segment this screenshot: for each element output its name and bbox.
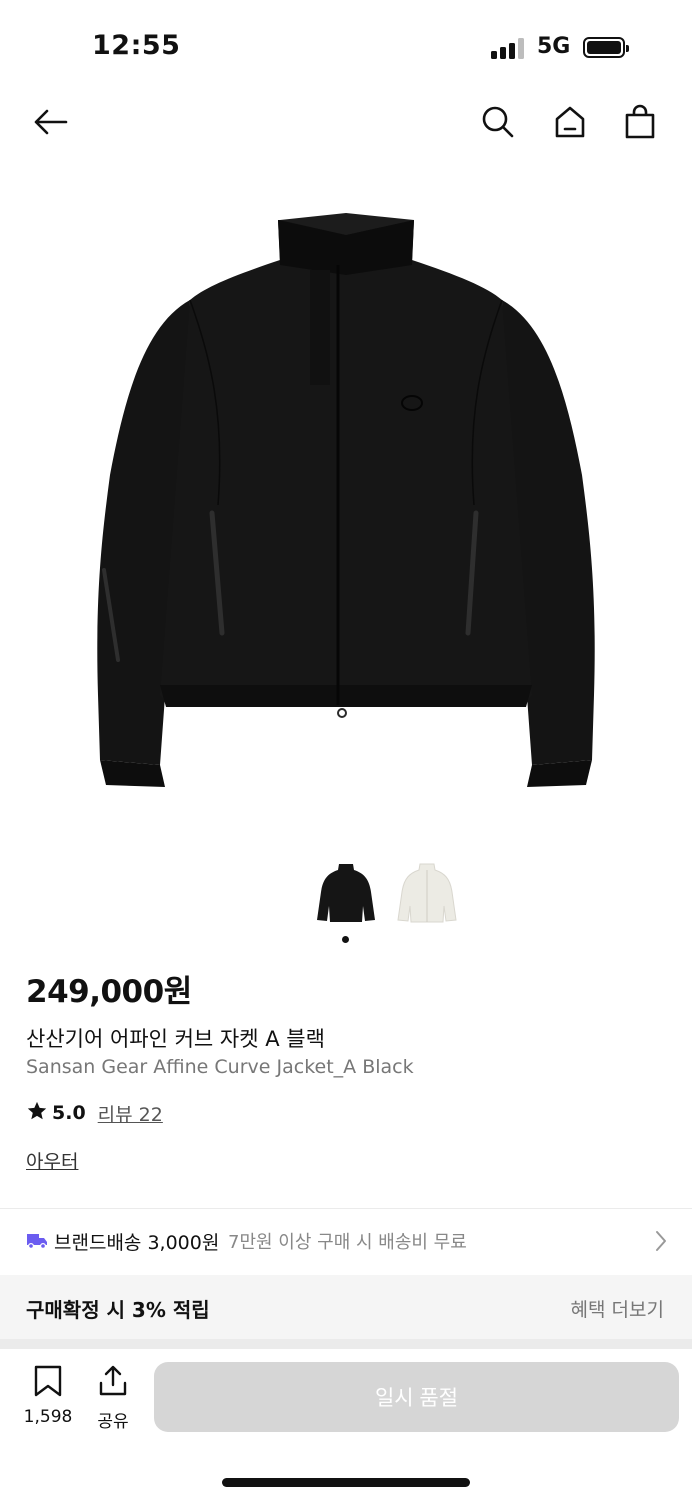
bookmark-button[interactable]: 1,598 xyxy=(20,1365,76,1427)
top-nav xyxy=(0,92,692,154)
bottom-action-bar: 1,598 공유 일시 품절 xyxy=(0,1349,692,1449)
battery-icon xyxy=(583,37,629,58)
review-link[interactable]: 리뷰 22 xyxy=(98,1100,163,1127)
points-row: 구매확정 시 3% 적립 혜택 더보기 xyxy=(0,1275,692,1339)
signal-icon xyxy=(491,37,525,59)
carousel-indicator xyxy=(342,936,349,943)
chevron-right-icon xyxy=(654,1229,668,1253)
rating-row: 5.0 리뷰 22 xyxy=(26,1100,163,1126)
status-time: 12:55 xyxy=(92,30,181,61)
back-arrow-icon[interactable] xyxy=(28,100,72,144)
share-label: 공유 xyxy=(97,1412,129,1432)
benefits-more-link[interactable]: 혜택 더보기 xyxy=(571,1295,664,1322)
share-button[interactable]: 공유 xyxy=(90,1365,136,1432)
divider xyxy=(0,1208,692,1209)
share-icon xyxy=(97,1365,129,1401)
thumbnail-ivory[interactable] xyxy=(396,856,458,934)
shipping-label: 브랜드배송 3,000원 xyxy=(54,1232,220,1254)
search-icon[interactable] xyxy=(476,100,520,144)
points-label: 구매확정 시 3% 적립 xyxy=(26,1298,210,1322)
soldout-button[interactable]: 일시 품절 xyxy=(154,1362,679,1432)
section-band xyxy=(0,1339,692,1349)
product-price: 249,000원 xyxy=(26,974,192,1010)
product-name-ko: 산산기어 어파인 커브 자켓 A 블랙 xyxy=(26,1027,325,1051)
shipping-note: 7만원 이상 구매 시 배송비 무료 xyxy=(228,1232,467,1253)
thumbnail-black[interactable] xyxy=(315,856,377,934)
bookmark-icon xyxy=(33,1365,63,1401)
network-label: 5G xyxy=(537,34,571,59)
truck-icon xyxy=(26,1233,48,1250)
star-icon xyxy=(26,1100,48,1126)
status-bar: 12:55 5G xyxy=(0,0,692,92)
shipping-row[interactable]: 브랜드배송 3,000원 7만원 이상 구매 시 배송비 무료 xyxy=(0,1210,692,1272)
bookmark-count: 1,598 xyxy=(23,1407,73,1427)
product-image[interactable] xyxy=(40,175,652,815)
shopping-bag-icon[interactable] xyxy=(618,100,662,144)
rating-value: 5.0 xyxy=(52,1102,86,1124)
home-indicator xyxy=(222,1478,470,1487)
thumbnail-strip xyxy=(0,856,692,936)
home-icon[interactable] xyxy=(548,100,592,144)
product-name-en: Sansan Gear Affine Curve Jacket_A Black xyxy=(26,1056,414,1078)
category-link[interactable]: 아우터 xyxy=(26,1147,78,1174)
